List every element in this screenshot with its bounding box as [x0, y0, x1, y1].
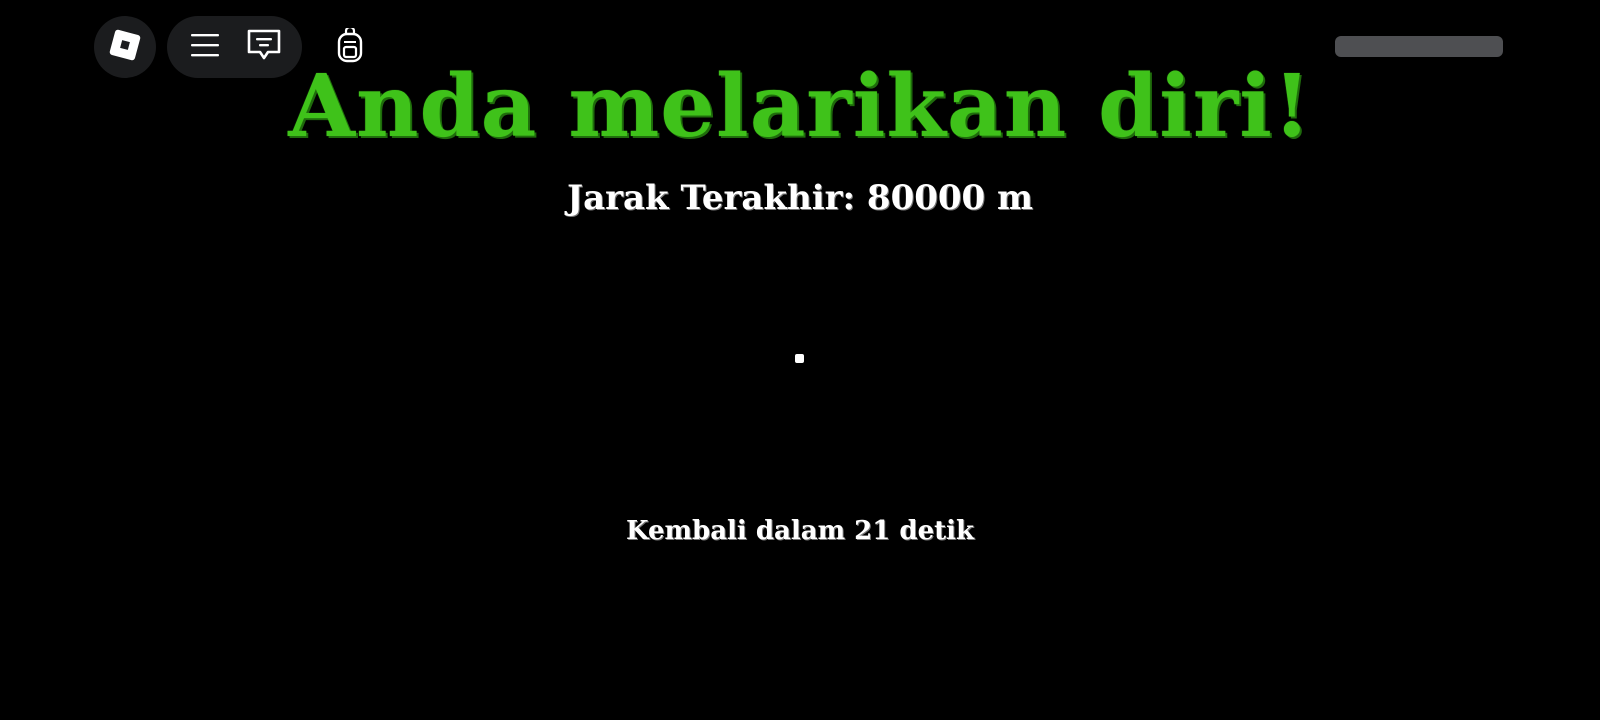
escape-title: Anda melarikan diri! [288, 56, 1312, 157]
return-countdown-label: Kembali dalam 21 detik [625, 516, 975, 546]
last-distance-label: Jarak Terakhir: 80000 m [566, 178, 1034, 218]
crosshair-dot [795, 354, 804, 363]
game-screen: Anda melarikan diri! Jarak Terakhir: 800… [0, 0, 1600, 720]
player-bar-placeholder [1335, 36, 1503, 57]
